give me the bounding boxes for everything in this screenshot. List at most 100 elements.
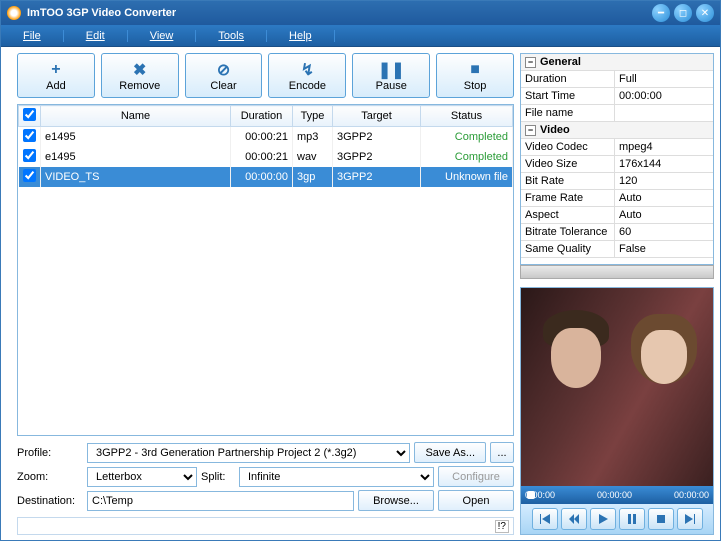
property-row[interactable]: Same QualityFalse (521, 241, 713, 258)
skip-back-button[interactable] (532, 508, 558, 530)
maximize-button[interactable]: ◻ (674, 4, 692, 22)
profile-label: Profile: (17, 447, 83, 459)
rewind-button[interactable] (561, 508, 587, 530)
cell-name: e1495 (41, 127, 231, 148)
destination-input[interactable] (87, 491, 354, 511)
file-list[interactable]: Name Duration Type Target Status e149500… (17, 104, 514, 436)
play-button[interactable] (590, 508, 616, 530)
preview-stop-button[interactable] (648, 508, 674, 530)
row-checkbox[interactable] (23, 149, 36, 162)
browse-button[interactable]: Browse... (358, 490, 434, 511)
prop-value[interactable]: 00:00:00 (615, 88, 713, 104)
table-row[interactable]: e149500:00:21mp33GPP2Completed (19, 127, 513, 148)
stop-button[interactable]: ■Stop (436, 53, 514, 98)
zoom-select[interactable]: Letterbox (87, 467, 197, 487)
property-row[interactable]: File name (521, 105, 713, 122)
statusbar: !? (17, 517, 514, 535)
cell-type: wav (293, 147, 333, 167)
prop-value[interactable]: Full (615, 71, 713, 87)
props-general-header[interactable]: −General (521, 54, 713, 71)
app-logo-icon (7, 6, 21, 20)
row-checkbox[interactable] (23, 129, 36, 142)
cell-status: Completed (421, 127, 513, 148)
prop-value[interactable]: 60 (615, 224, 713, 240)
prop-key: Video Codec (521, 139, 615, 155)
skip-fwd-button[interactable] (677, 508, 703, 530)
prop-key: Start Time (521, 88, 615, 104)
col-target[interactable]: Target (333, 106, 421, 127)
prop-key: Bit Rate (521, 173, 615, 189)
prop-value[interactable]: 176x144 (615, 156, 713, 172)
props-video-header[interactable]: −Video (521, 122, 713, 139)
property-row[interactable]: Video Size176x144 (521, 156, 713, 173)
table-row[interactable]: VIDEO_TS00:00:003gp3GPP2Unknown file (19, 167, 513, 187)
add-button[interactable]: +Add (17, 53, 95, 98)
menu-view[interactable]: View (128, 30, 197, 42)
props-scrollbar[interactable] (520, 265, 714, 279)
col-status[interactable]: Status (421, 106, 513, 127)
profile-select[interactable]: 3GPP2 - 3rd Generation Partnership Proje… (87, 443, 410, 463)
remove-button[interactable]: ✖Remove (101, 53, 179, 98)
prop-value[interactable]: 120 (615, 173, 713, 189)
timeline-slider[interactable] (527, 491, 535, 499)
property-row[interactable]: Bitrate Tolerance60 (521, 224, 713, 241)
table-row[interactable]: e149500:00:21wav3GPP2Completed (19, 147, 513, 167)
preview-pause-button[interactable] (619, 508, 645, 530)
property-row[interactable]: AspectAuto (521, 207, 713, 224)
preview-video[interactable] (521, 288, 713, 486)
cell-duration: 00:00:21 (231, 147, 293, 167)
menu-edit[interactable]: Edit (64, 30, 128, 42)
split-select[interactable]: Infinite (239, 467, 434, 487)
check-all[interactable] (23, 108, 36, 121)
menu-file[interactable]: File (1, 30, 64, 42)
property-row[interactable]: Bit Rate120 (521, 173, 713, 190)
cell-status: Unknown file (421, 167, 513, 187)
row-checkbox[interactable] (23, 169, 36, 182)
time-end: 00:00:00 (674, 490, 709, 500)
cell-target: 3GPP2 (333, 147, 421, 167)
clear-button[interactable]: ⊘Clear (185, 53, 263, 98)
preview-timeline[interactable]: 0:00:00 00:00:00 00:00:00 (521, 486, 713, 504)
col-name[interactable]: Name (41, 106, 231, 127)
status-help-icon[interactable]: !? (495, 520, 509, 533)
x-icon: ✖ (130, 60, 150, 80)
property-row[interactable]: Video Codecmpeg4 (521, 139, 713, 156)
prop-value[interactable] (615, 105, 713, 121)
profile-more-button[interactable]: ... (490, 442, 514, 463)
encode-button[interactable]: ↯Encode (268, 53, 346, 98)
preview-panel: 0:00:00 00:00:00 00:00:00 (520, 287, 714, 535)
open-button[interactable]: Open (438, 490, 514, 511)
stop-icon: ■ (465, 60, 485, 80)
configure-button[interactable]: Configure (438, 466, 514, 487)
content: +Add ✖Remove ⊘Clear ↯Encode ❚❚Pause ■Sto… (1, 47, 720, 541)
minimize-button[interactable]: ━ (652, 4, 670, 22)
encode-icon: ↯ (297, 60, 317, 80)
col-duration[interactable]: Duration (231, 106, 293, 127)
cell-status: Completed (421, 147, 513, 167)
menubar: File Edit View Tools Help (1, 25, 720, 47)
property-row[interactable]: DurationFull (521, 71, 713, 88)
save-as-button[interactable]: Save As... (414, 442, 486, 463)
prop-value[interactable]: Auto (615, 190, 713, 206)
menu-tools[interactable]: Tools (196, 30, 267, 42)
pause-button[interactable]: ❚❚Pause (352, 53, 430, 98)
collapse-icon[interactable]: − (525, 57, 536, 68)
property-row[interactable]: Frame RateAuto (521, 190, 713, 207)
right-panel: −General DurationFullStart Time00:00:00F… (520, 47, 720, 541)
prop-key: Aspect (521, 207, 615, 223)
app-window: ImTOO 3GP Video Converter ━ ◻ ✕ File Edi… (0, 0, 721, 541)
menu-help[interactable]: Help (267, 30, 335, 42)
prop-value[interactable]: False (615, 241, 713, 257)
preview-controls (521, 504, 713, 534)
col-type[interactable]: Type (293, 106, 333, 127)
col-check[interactable] (19, 106, 41, 127)
titlebar: ImTOO 3GP Video Converter ━ ◻ ✕ (1, 1, 720, 25)
prop-value[interactable]: mpeg4 (615, 139, 713, 155)
split-label: Split: (201, 471, 235, 483)
collapse-icon[interactable]: − (525, 125, 536, 136)
property-row[interactable]: Start Time00:00:00 (521, 88, 713, 105)
close-button[interactable]: ✕ (696, 4, 714, 22)
properties-panel[interactable]: −General DurationFullStart Time00:00:00F… (520, 53, 714, 265)
prop-value[interactable]: Auto (615, 207, 713, 223)
cell-type: 3gp (293, 167, 333, 187)
